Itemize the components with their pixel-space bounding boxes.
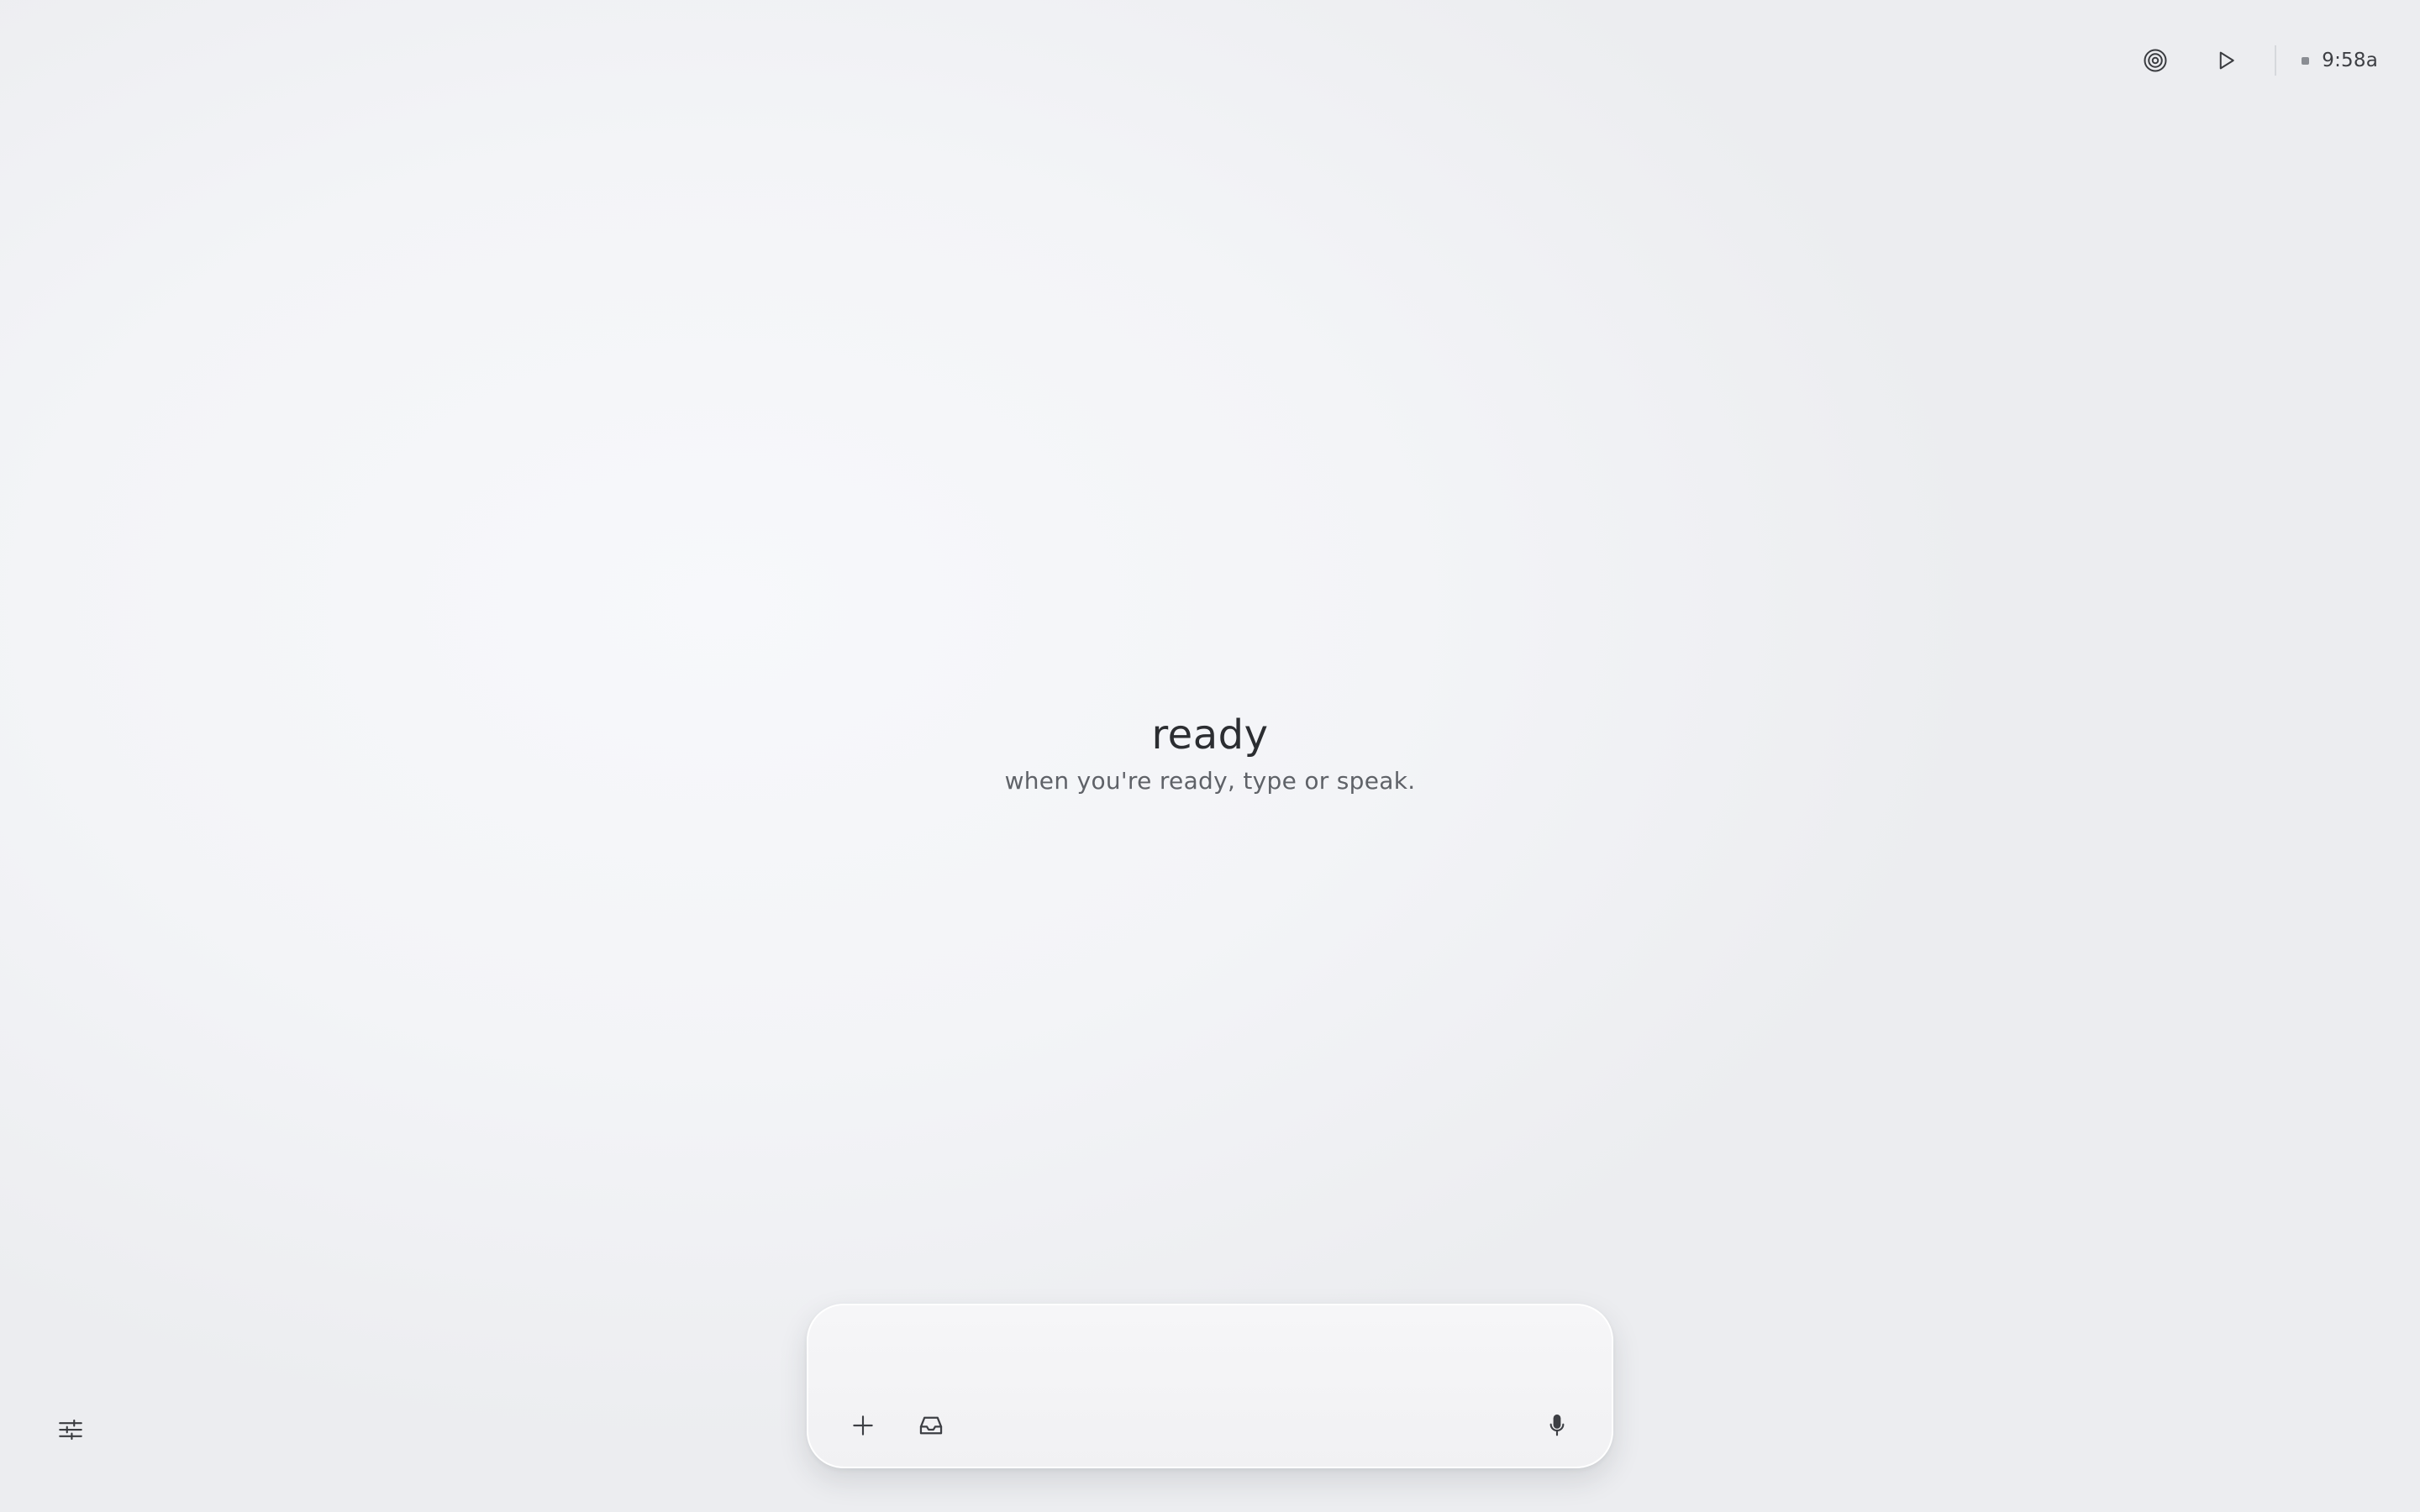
divider <box>2275 45 2277 76</box>
status-dot <box>2302 56 2310 65</box>
focus-button[interactable] <box>2137 42 2174 79</box>
add-button[interactable] <box>842 1404 884 1446</box>
voice-input-button[interactable] <box>1536 1404 1578 1446</box>
sliders-icon <box>59 1419 82 1441</box>
clock-time: 9:58a <box>2322 50 2378 71</box>
page-subtitle: when you're ready, type or speak. <box>1004 767 1416 795</box>
settings-button[interactable] <box>52 1411 89 1448</box>
inbox-button[interactable] <box>910 1404 952 1446</box>
clock: 9:58a <box>2302 50 2378 71</box>
play-icon <box>2220 51 2234 70</box>
target-icon <box>2144 49 2167 72</box>
microphone-icon <box>1549 1414 1565 1436</box>
composer-toolbar <box>842 1404 1578 1446</box>
empty-state: ready when you're ready, type or speak. <box>0 706 2420 798</box>
inbox-icon <box>919 1416 943 1435</box>
plus-icon <box>853 1415 873 1436</box>
composer <box>807 1304 1613 1468</box>
play-button[interactable] <box>2207 42 2244 79</box>
page-title: ready <box>1151 711 1269 759</box>
top-bar: 9:58a <box>2137 44 2378 77</box>
message-input[interactable] <box>845 1324 1580 1384</box>
